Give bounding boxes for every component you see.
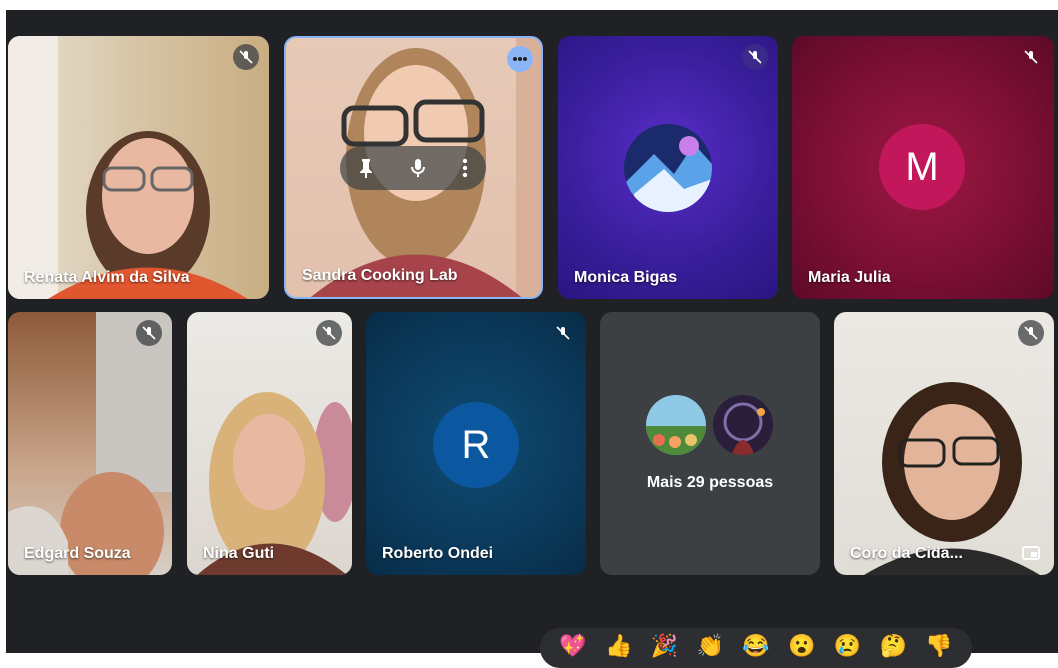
reaction-heart[interactable]: 💖 — [559, 632, 586, 660]
participant-name: Maria Julia — [808, 269, 891, 286]
participant-tile-roberto[interactable]: R Roberto Ondei — [366, 312, 586, 575]
reaction-surprised[interactable]: 😮 — [788, 632, 815, 660]
reaction-thumbs-down[interactable]: 👎 — [925, 632, 952, 660]
participant-name: Monica Bigas — [574, 269, 678, 286]
meeting-grid: Renata Alvim da Silva Sandra Cooking Lab — [6, 10, 1058, 653]
participant-tile-coro[interactable]: Coro da Cida... — [834, 312, 1054, 575]
participant-tile-nina[interactable]: Nina Guti — [187, 312, 352, 575]
muted-mic-icon — [316, 320, 342, 346]
reaction-thinking[interactable]: 🤔 — [880, 632, 907, 660]
participant-tile-edgard[interactable]: Edgard Souza — [8, 312, 172, 575]
avatar: R — [433, 402, 519, 488]
muted-mic-icon — [233, 44, 259, 70]
participant-name: Coro da Cida... — [850, 545, 963, 562]
muted-mic-icon — [136, 320, 162, 346]
reaction-sad[interactable]: 😢 — [834, 632, 861, 660]
participant-name: Nina Guti — [203, 545, 275, 562]
reaction-thumbs-up[interactable]: 👍 — [605, 632, 632, 660]
participant-name: Sandra Cooking Lab — [302, 267, 458, 284]
muted-mic-icon — [742, 44, 768, 70]
reaction-party[interactable]: 🎉 — [651, 632, 678, 660]
avatar: M — [879, 124, 965, 210]
participant-video — [197, 392, 352, 575]
muted-mic-icon — [1018, 320, 1044, 346]
participant-video — [8, 36, 248, 299]
muted-mic-icon — [1018, 44, 1044, 70]
reaction-clap[interactable]: 👏 — [696, 632, 723, 660]
participant-name: Renata Alvim da Silva — [24, 269, 190, 286]
pin-icon[interactable] — [357, 157, 375, 179]
participant-avatar-stack — [646, 395, 773, 455]
more-vert-icon[interactable] — [461, 157, 469, 179]
more-participants-tile[interactable]: Mais 29 pessoas — [600, 312, 820, 575]
muted-mic-icon — [550, 320, 576, 346]
participant-name: Roberto Ondei — [382, 545, 494, 562]
more-participants-label: Mais 29 pessoas — [646, 474, 774, 491]
profile-photo — [624, 124, 712, 212]
picture-in-picture-icon[interactable] — [1022, 546, 1040, 560]
participant-tile-monica[interactable]: Monica Bigas — [558, 36, 778, 299]
more-options-button[interactable] — [507, 46, 533, 72]
participant-name: Edgard Souza — [24, 545, 131, 562]
participant-tile-maria[interactable]: M Maria Julia — [792, 36, 1054, 299]
participant-tile-renata[interactable]: Renata Alvim da Silva — [8, 36, 269, 299]
participant-tile-sandra[interactable]: Sandra Cooking Lab — [284, 36, 543, 299]
participant-video — [8, 312, 172, 575]
mic-icon[interactable] — [409, 157, 427, 179]
hover-controls — [340, 146, 486, 190]
participant-video — [864, 382, 1040, 575]
reactions-bar: 💖 👍 🎉 👏 😂 😮 😢 🤔 👎 — [540, 628, 972, 668]
reaction-laugh[interactable]: 😂 — [742, 632, 769, 660]
